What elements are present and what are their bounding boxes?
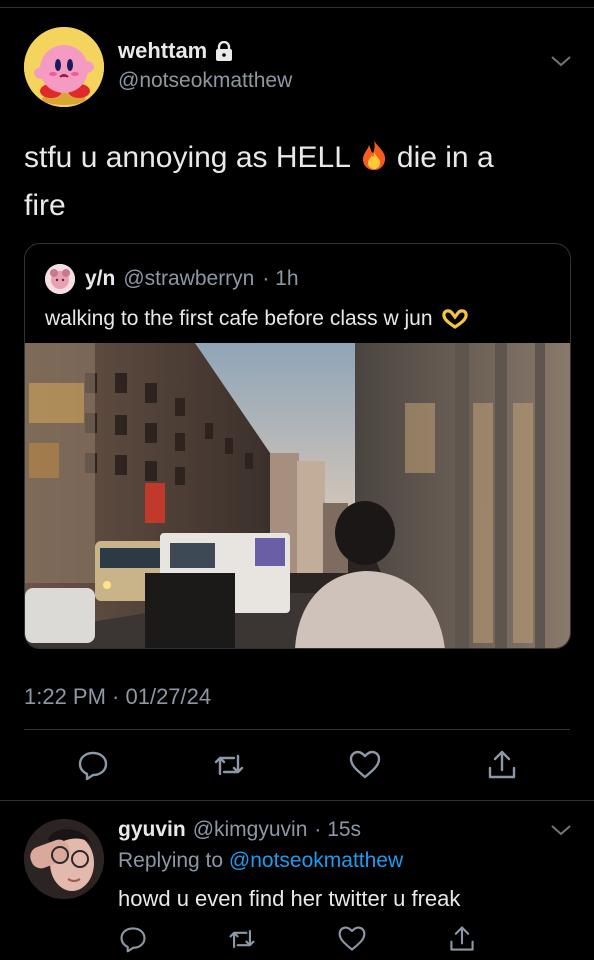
reply-time: · 15s xyxy=(314,818,362,841)
reply-header: gyuvin @kimgyuvin · 15s xyxy=(118,818,361,842)
lock-icon xyxy=(215,40,233,61)
tweet-timestamp[interactable]: 1:22 PM · 01/27/24 xyxy=(24,684,211,710)
replying-to-label: Replying to xyxy=(118,849,224,872)
reply-icon[interactable] xyxy=(118,924,148,954)
display-name-text[interactable]: wehttam xyxy=(118,38,207,64)
chevron-down-icon[interactable] xyxy=(550,54,572,68)
tweet-text-part2: die in a xyxy=(396,141,494,174)
reply-avatar[interactable] xyxy=(24,819,104,899)
tweet-text: stfu u annoying as HELL die in a fire xyxy=(24,134,569,230)
retweet-icon[interactable] xyxy=(227,924,257,954)
quote-text-content: walking to the first cafe before class w… xyxy=(45,307,433,330)
like-icon[interactable] xyxy=(337,924,367,954)
share-icon[interactable] xyxy=(485,748,519,782)
heart-hands-emoji-icon xyxy=(441,309,469,329)
display-name[interactable]: wehttam xyxy=(118,38,233,64)
retweet-icon[interactable] xyxy=(212,748,246,782)
quote-handle[interactable]: @strawberryn xyxy=(123,267,254,291)
avatar[interactable] xyxy=(24,27,104,107)
quote-text: walking to the first cafe before class w… xyxy=(45,307,469,331)
share-icon[interactable] xyxy=(447,924,477,954)
like-icon[interactable] xyxy=(348,748,382,782)
divider xyxy=(0,800,594,801)
quoted-tweet[interactable]: y/n @strawberryn · 1h walking to the fir… xyxy=(24,243,571,649)
replying-to: Replying to @notseokmatthew xyxy=(118,849,403,873)
top-divider xyxy=(0,7,594,8)
fire-emoji-icon xyxy=(359,138,389,170)
quote-avatar[interactable] xyxy=(45,264,75,294)
reply-action-bar xyxy=(0,924,594,960)
reply-text: howd u even find her twitter u freak xyxy=(118,886,461,911)
reply-icon[interactable] xyxy=(76,748,110,782)
tweet-text-part3: fire xyxy=(24,189,66,222)
tweet-action-bar xyxy=(0,748,594,788)
handle[interactable]: @notseokmatthew xyxy=(118,69,292,93)
tweet-text-part1: stfu u annoying as HELL xyxy=(24,141,351,174)
quote-photo[interactable] xyxy=(25,343,570,648)
chevron-down-icon[interactable] xyxy=(550,823,572,837)
reply-handle[interactable]: @kimgyuvin xyxy=(193,818,308,842)
reply-display-name[interactable]: gyuvin xyxy=(118,818,186,842)
quote-display-name[interactable]: y/n xyxy=(85,267,115,291)
divider xyxy=(24,729,570,730)
replying-to-mention[interactable]: @notseokmatthew xyxy=(229,849,403,872)
quote-header: y/n @strawberryn · 1h xyxy=(85,267,299,291)
quote-time: · 1h xyxy=(262,267,299,290)
